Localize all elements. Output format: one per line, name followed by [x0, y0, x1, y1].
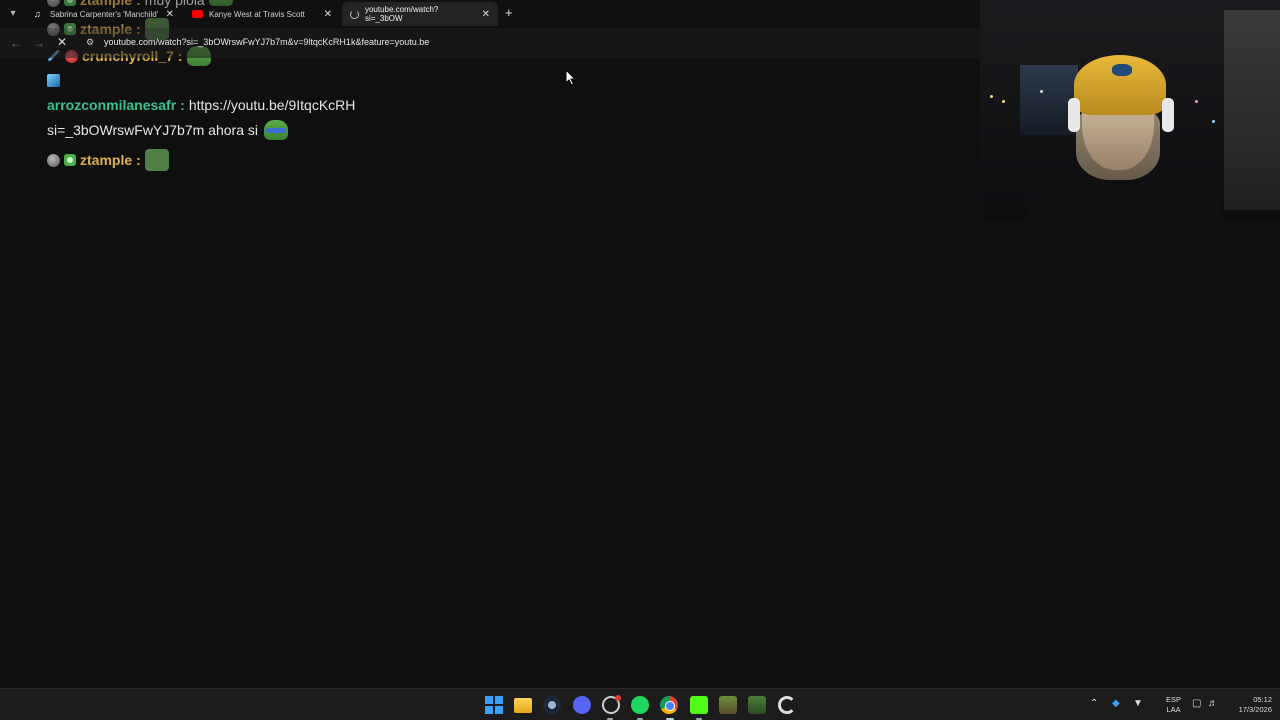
- volume-icon[interactable]: ♬: [1208, 698, 1218, 709]
- tab-search-icon[interactable]: ▾: [4, 5, 22, 23]
- tab-title: youtube.com/watch?si=_3bOW: [364, 5, 439, 23]
- building-background: [1224, 10, 1280, 210]
- loading-icon: [350, 9, 359, 19]
- system-tray: ⌃ ◆ ▼ ESP LAA ▢ ♬ 05:12 17/3/2026: [1090, 689, 1280, 720]
- beanie-logo: [1112, 64, 1132, 76]
- chat-message-continuation: si=_3bOWrswFwYJ7b7m ahora si: [47, 120, 288, 140]
- obs-icon[interactable]: [602, 695, 621, 714]
- url-field[interactable]: youtube.com/watch?si=_3bOWrswFwYJ7b7m&v=…: [104, 37, 429, 47]
- tab-youtube-watch[interactable]: youtube.com/watch?si=_3bOW ✕: [342, 2, 498, 26]
- microphone-icon[interactable]: ▼: [1133, 698, 1143, 709]
- moderator-badge-icon: [47, 153, 60, 167]
- tiktok-icon: ♫: [34, 9, 41, 19]
- youtube-icon: [192, 10, 203, 18]
- chat-message: arrozconmilanesafr: https://youtu.be/9It…: [47, 97, 356, 113]
- back-arrow-icon[interactable]: ←: [10, 36, 22, 50]
- show-hidden-icons-icon[interactable]: ⌃: [1090, 698, 1098, 709]
- emote-icon: [144, 149, 169, 171]
- clock-time: 05:12: [1253, 695, 1272, 704]
- close-icon[interactable]: ✕: [324, 9, 332, 20]
- close-icon[interactable]: ✕: [482, 9, 490, 20]
- address-bar-row: ← → ✕ ⚙ youtube.com/watch?si=_3bOWrswFwY…: [0, 28, 980, 58]
- site-info-icon[interactable]: ⚙: [86, 37, 96, 47]
- clock[interactable]: 05:12 17/3/2026: [1239, 695, 1272, 715]
- minecraft-icon[interactable]: [719, 696, 737, 714]
- spotify-icon[interactable]: [631, 696, 649, 714]
- kick-icon[interactable]: [690, 696, 708, 714]
- discord-icon[interactable]: [573, 696, 591, 714]
- language-indicator[interactable]: ESP LAA: [1166, 695, 1181, 715]
- chat-overlay: ztample: muy piola ztample: crunchyroll_…: [0, 0, 980, 688]
- windows-taskbar: ⌃ ◆ ▼ ESP LAA ▢ ♬ 05:12 17/3/2026: [0, 688, 1280, 720]
- browser-tab-bar: ▾ ♫ Sabrina Carpenter's 'Manchild' ✕ Kan…: [0, 0, 980, 28]
- tab-sabrina-carpenter[interactable]: ♫ Sabrina Carpenter's 'Manchild' ✕: [26, 2, 182, 26]
- new-tab-button[interactable]: +: [505, 5, 513, 20]
- city-light: [1212, 120, 1215, 123]
- city-light: [990, 95, 993, 98]
- steam-icon[interactable]: [543, 696, 561, 714]
- chat-username: arrozconmilanesafr: [47, 97, 177, 113]
- city-light: [1040, 90, 1043, 93]
- tab-title: Sabrina Carpenter's 'Manchild': [50, 9, 159, 19]
- chat-username: ztample: [80, 152, 133, 168]
- file-explorer-icon[interactable]: [514, 698, 532, 713]
- tab-kanye-west[interactable]: Kanye West at Travis Scott ✕: [184, 2, 340, 26]
- headphone-left: [1068, 98, 1080, 132]
- city-light: [1195, 100, 1198, 103]
- cube-badge-line: [47, 74, 60, 87]
- tab-title: Kanye West at Travis Scott: [209, 9, 305, 19]
- stop-loading-icon[interactable]: ✕: [57, 35, 67, 49]
- city-light: [1002, 100, 1005, 103]
- cube-badge-icon: [47, 74, 60, 87]
- subscriber-badge-icon: [64, 154, 76, 166]
- chat-message: ztample:: [47, 149, 169, 171]
- close-icon[interactable]: ✕: [166, 9, 174, 20]
- ccleaner-icon[interactable]: [778, 696, 796, 714]
- chrome-icon[interactable]: [660, 696, 678, 714]
- frog-emote-icon: [263, 120, 288, 140]
- defender-icon[interactable]: ◆: [1112, 698, 1120, 709]
- network-icon[interactable]: ▢: [1192, 698, 1201, 709]
- minecraft-launcher-icon[interactable]: [748, 696, 766, 714]
- windows-start-icon[interactable]: [485, 696, 503, 714]
- chat-message-text: si=_3bOWrswFwYJ7b7m ahora si: [47, 122, 258, 138]
- streamer-hair: [1076, 110, 1160, 180]
- headphone-right: [1162, 98, 1174, 132]
- webcam-overlay: [980, 0, 1280, 220]
- forward-arrow-icon[interactable]: →: [33, 36, 45, 50]
- chat-link[interactable]: https://youtu.be/9ItqcKcRH: [189, 97, 356, 113]
- clock-date: 17/3/2026: [1238, 705, 1272, 714]
